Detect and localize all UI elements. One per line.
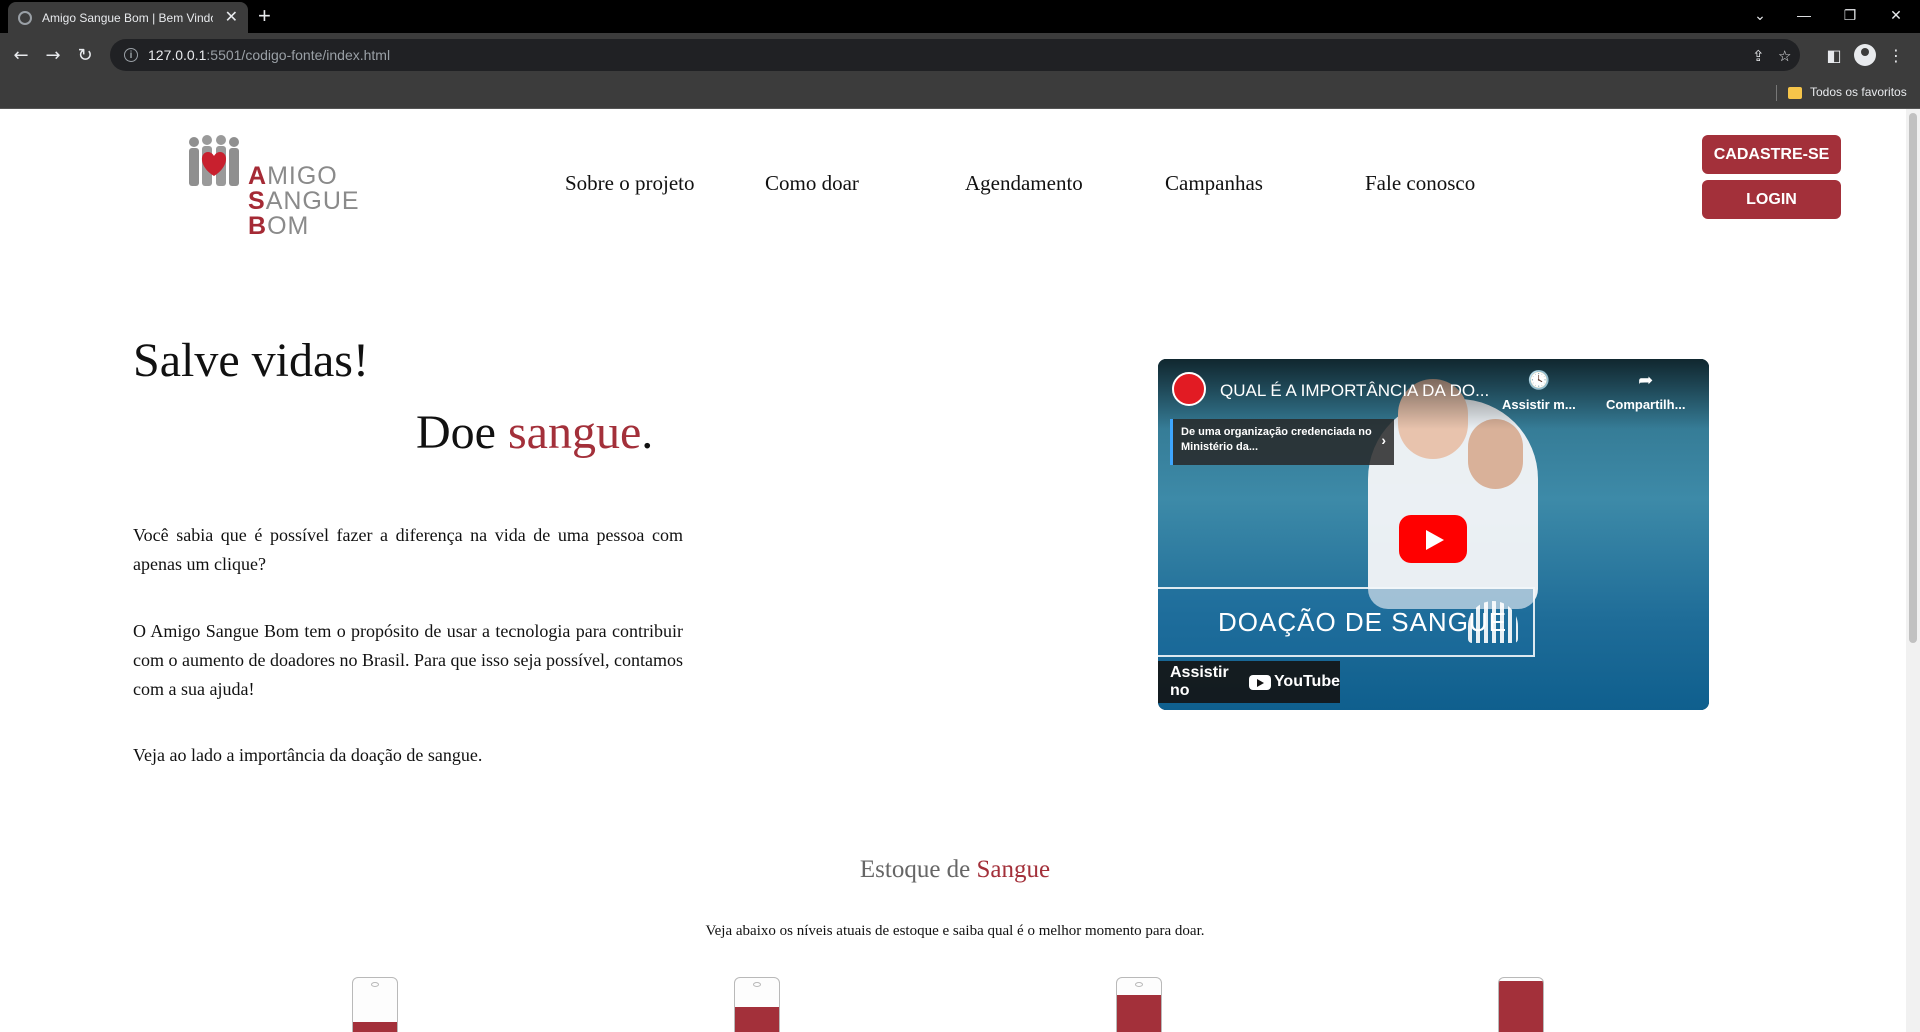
logo-word-amigo: MIGO bbox=[267, 162, 338, 190]
address-bar[interactable]: i 127.0.0.1:5501/codigo-fonte/index.html… bbox=[110, 39, 1800, 71]
page-content: AMIGO SANGUE BOM Sobre o projeto Como do… bbox=[0, 109, 1920, 1032]
watch-on-youtube-button[interactable]: Assistir no YouTube bbox=[1158, 661, 1340, 703]
restore-icon[interactable]: ❐ bbox=[1830, 0, 1870, 30]
nav-como-doar[interactable]: Como doar bbox=[765, 171, 859, 196]
logo-initial-s: S bbox=[248, 187, 266, 215]
logo-wordmark: AMIGO SANGUE BOM bbox=[248, 164, 360, 239]
bookmarks-bar: Todos os favoritos bbox=[0, 77, 1920, 109]
bookmark-star-icon[interactable]: ☆ bbox=[1778, 47, 1791, 65]
youtube-logo: YouTube bbox=[1248, 673, 1340, 691]
hero-subtitle-suffix: . bbox=[641, 406, 654, 459]
profile-avatar-icon[interactable] bbox=[1854, 44, 1876, 66]
youtube-play-icon bbox=[1248, 674, 1271, 690]
share-icon[interactable]: ⇪ bbox=[1752, 47, 1765, 65]
signup-button[interactable]: CADASTRE-SE bbox=[1702, 135, 1841, 174]
blood-bag-level-3 bbox=[1116, 977, 1162, 1032]
site-logo[interactable]: AMIGO SANGUE BOM bbox=[186, 134, 359, 244]
logo-initial-b: B bbox=[248, 212, 268, 240]
people-heart-icon bbox=[189, 135, 239, 186]
browser-toolbar: ← → ↻ i 127.0.0.1:5501/codigo-fonte/inde… bbox=[0, 33, 1920, 77]
bookmarks-separator bbox=[1776, 85, 1777, 101]
video-title[interactable]: QUAL É A IMPORTÂNCIA DA DO... bbox=[1220, 381, 1489, 401]
url-host: 127.0.0.1 bbox=[148, 47, 207, 63]
side-panel-icon[interactable]: ◧ bbox=[1822, 43, 1846, 67]
youtube-wordmark: YouTube bbox=[1273, 673, 1340, 690]
blood-bag-level-1 bbox=[352, 977, 398, 1032]
menu-dots-icon[interactable]: ⋮ bbox=[1884, 43, 1908, 67]
stock-section-subtitle: Veja abaixo os níveis atuais de estoque … bbox=[705, 923, 1205, 939]
video-thumbnail-patient-head bbox=[1468, 419, 1523, 489]
chevron-right-icon: › bbox=[1381, 432, 1386, 448]
channel-avatar-icon[interactable] bbox=[1172, 372, 1206, 406]
new-tab-button[interactable]: + bbox=[258, 4, 271, 28]
shell-logo-icon bbox=[1468, 601, 1518, 643]
blood-level-fill bbox=[353, 1021, 397, 1032]
hero-subtitle-accent: sangue bbox=[507, 406, 642, 459]
reload-icon[interactable]: ↻ bbox=[72, 42, 98, 68]
clock-icon: 🕓 bbox=[1527, 370, 1551, 390]
hero-paragraph-1: Você sabia que é possível fazer a difere… bbox=[133, 525, 683, 574]
tab-title: Amigo Sangue Bom | Bem Vindo bbox=[42, 10, 213, 25]
info-panel-badge[interactable]: De uma organização credenciada no Minist… bbox=[1170, 419, 1394, 465]
youtube-video-embed[interactable]: QUAL É A IMPORTÂNCIA DA DO... 🕓 Assistir… bbox=[1158, 359, 1709, 710]
share-arrow-icon: ➦ bbox=[1638, 370, 1654, 390]
hero-subtitle-prefix: Doe bbox=[416, 406, 508, 459]
folder-icon bbox=[1788, 87, 1802, 99]
nav-sobre-o-projeto[interactable]: Sobre o projeto bbox=[565, 171, 694, 196]
close-tab-icon[interactable]: ✕ bbox=[225, 9, 238, 26]
info-icon[interactable]: i bbox=[124, 48, 138, 62]
nav-agendamento[interactable]: Agendamento bbox=[965, 171, 1083, 196]
watch-later-label: Assistir m... bbox=[1502, 397, 1576, 412]
logo-word-sangue: ANGUE bbox=[265, 187, 360, 215]
all-bookmarks-link[interactable]: Todos os favoritos bbox=[1810, 85, 1907, 99]
info-panel-text: De uma organização credenciada no Minist… bbox=[1181, 426, 1372, 453]
login-button[interactable]: LOGIN bbox=[1702, 180, 1841, 219]
back-arrow-icon[interactable]: ← bbox=[8, 42, 34, 68]
page-scrollbar[interactable] bbox=[1906, 109, 1920, 1032]
logo-word-bom: OM bbox=[267, 212, 310, 240]
share-video-button[interactable]: ➦ Compartilh... bbox=[1606, 369, 1685, 412]
browser-tab-strip: Amigo Sangue Bom | Bem Vindo ✕ + ⌄ — ❐ ✕ bbox=[0, 0, 1920, 33]
blood-level-fill bbox=[735, 1007, 779, 1032]
url-path: :5501/codigo-fonte/index.html bbox=[206, 47, 391, 63]
tab-search-icon[interactable]: ⌄ bbox=[1740, 0, 1780, 30]
scrollbar-thumb[interactable] bbox=[1909, 113, 1917, 643]
close-window-icon[interactable]: ✕ bbox=[1876, 0, 1916, 30]
stock-title-accent: Sangue bbox=[976, 856, 1051, 883]
minimize-icon[interactable]: — bbox=[1784, 0, 1824, 30]
stock-title-prefix: Estoque de bbox=[859, 856, 977, 883]
bag-hanger-hole bbox=[1135, 982, 1143, 987]
stock-section-title: Estoque de Sangue bbox=[0, 856, 1910, 884]
bag-hanger-hole bbox=[753, 982, 761, 987]
hero-subtitle: Doe sangue. bbox=[416, 405, 653, 460]
blood-level-fill bbox=[1117, 995, 1161, 1032]
share-label: Compartilh... bbox=[1606, 397, 1686, 412]
hero-paragraph-2: O Amigo Sangue Bom tem o propósito de us… bbox=[133, 621, 683, 699]
play-button-icon[interactable] bbox=[1399, 515, 1467, 563]
bag-hanger-hole bbox=[371, 982, 379, 987]
hero-title: Salve vidas! bbox=[133, 334, 369, 387]
blood-level-fill bbox=[1499, 980, 1543, 1032]
logo-initial-a: A bbox=[248, 162, 268, 190]
nav-fale-conosco[interactable]: Fale conosco bbox=[1365, 171, 1475, 196]
watch-on-label: Assistir no bbox=[1170, 664, 1229, 699]
blood-bag-level-4 bbox=[1498, 977, 1544, 1032]
globe-icon bbox=[18, 10, 32, 25]
hero-paragraph-3: Veja ao lado a importância da doação de … bbox=[133, 745, 483, 765]
nav-campanhas[interactable]: Campanhas bbox=[1165, 171, 1263, 196]
blood-bag-level-2 bbox=[734, 977, 780, 1032]
forward-arrow-icon[interactable]: → bbox=[40, 42, 66, 68]
watch-later-button[interactable]: 🕓 Assistir m... bbox=[1502, 369, 1576, 412]
browser-tab[interactable]: Amigo Sangue Bom | Bem Vindo ✕ bbox=[8, 2, 248, 33]
